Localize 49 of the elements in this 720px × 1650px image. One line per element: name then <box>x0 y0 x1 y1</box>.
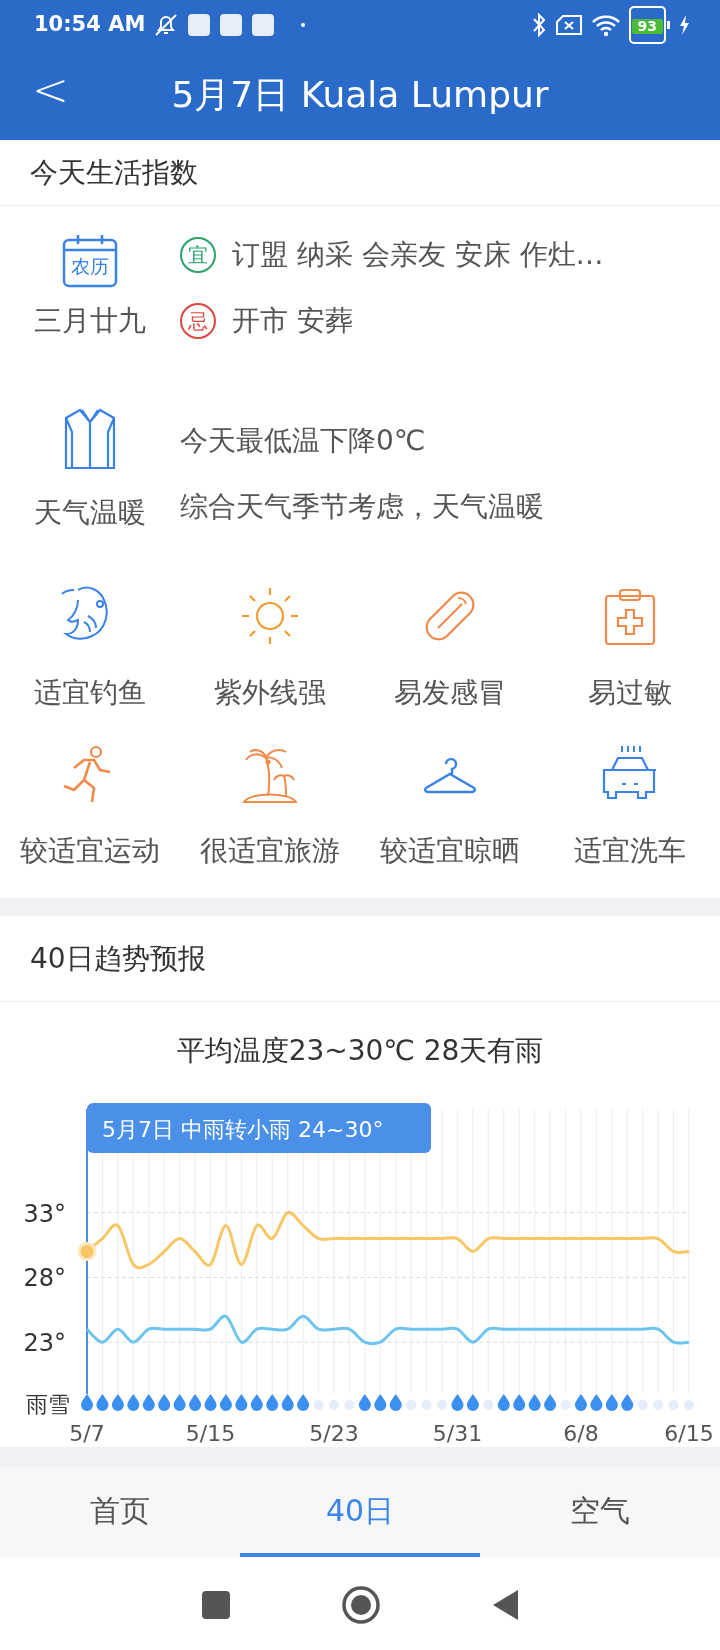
wifi-icon <box>590 13 621 37</box>
index-label: 适宜钓鱼 <box>34 675 146 711</box>
axis-tick-label: 23° <box>23 1329 66 1358</box>
weather-status: 天气温暖 <box>34 495 146 531</box>
date-tooltip: 5月7日 中雨转小雨 24~30° <box>87 1103 431 1153</box>
axis-tick-label: 6/8 <box>563 1421 599 1446</box>
index-label: 较适宜晾晒 <box>380 833 520 869</box>
precipitation-label: 雨雪 <box>26 1392 70 1417</box>
charging-icon <box>678 14 690 36</box>
notification-icon <box>187 13 212 37</box>
advice-text: 综合天气季节考虑，天气温暖 <box>180 489 544 525</box>
advice-text: 今天最低温下降0℃ <box>180 423 427 459</box>
index-label: 易发感冒 <box>394 675 506 711</box>
selected-point[interactable] <box>77 1242 97 1261</box>
axis-tick-label: 5/15 <box>185 1421 236 1446</box>
page-title: 5月7日 Kuala Lumpur <box>171 73 549 117</box>
forecast-summary: 平均温度23~30℃ 28天有雨 <box>175 1033 545 1069</box>
back-button[interactable]: < <box>24 68 77 112</box>
home-icon <box>341 1584 381 1625</box>
dot-icon <box>299 21 308 29</box>
index-label: 紫外线强 <box>214 675 326 711</box>
nav-tab[interactable]: 首页 <box>0 1467 240 1557</box>
section-title: 今天生活指数 <box>30 154 198 191</box>
status-time: 10:54 AM <box>34 11 146 39</box>
lunar-date: 三月廿九 <box>34 303 146 339</box>
axis-tick-label: 6/15 <box>664 1421 714 1446</box>
axis-tick-label: 5/31 <box>432 1421 483 1446</box>
index-label: 适宜洗车 <box>574 833 686 869</box>
axis-tick-label: 5/7 <box>69 1421 105 1446</box>
suitable-mark: 宜 <box>180 237 216 273</box>
section-title: 40日趋势预报 <box>30 940 206 977</box>
avoid-activities: 开市 安葬 <box>232 303 353 339</box>
avoid-mark: 忌 <box>180 303 216 339</box>
notification-icon <box>219 13 244 37</box>
axis-tick-label: 5/23 <box>309 1421 359 1446</box>
recent-apps-icon <box>201 1589 231 1620</box>
index-label: 易过敏 <box>588 675 672 711</box>
nav-tab[interactable]: 空气 <box>480 1467 720 1557</box>
sim-card-icon <box>554 14 583 36</box>
back-icon <box>491 1588 519 1621</box>
battery-level: 93 <box>631 19 663 35</box>
axis-tick-label: 33° <box>23 1199 66 1228</box>
suitable-activities: 订盟 纳采 会亲友 安床 作灶… <box>232 237 604 273</box>
index-label: 很适宜旅游 <box>200 833 340 869</box>
axis-tick-label: 28° <box>23 1264 66 1293</box>
index-label: 较适宜运动 <box>20 833 160 869</box>
muted-bell-icon <box>153 12 180 38</box>
bluetooth-icon <box>530 12 547 38</box>
notification-icon <box>251 13 276 37</box>
